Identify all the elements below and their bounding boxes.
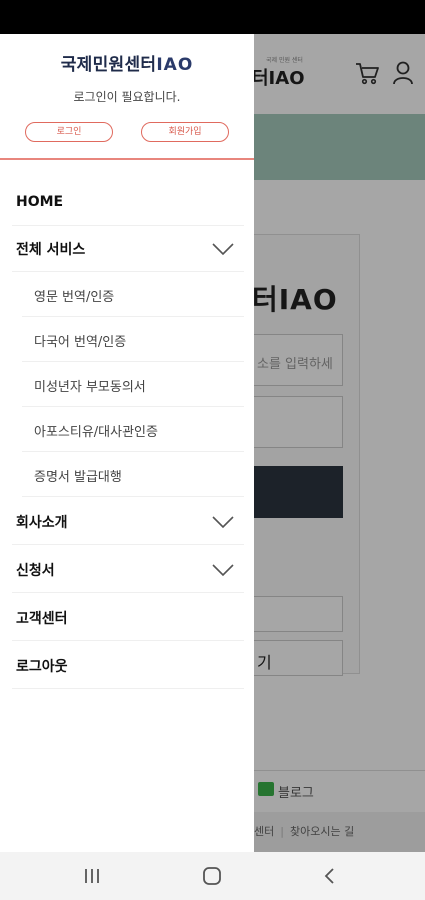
menu-item-label: 로그아웃 xyxy=(16,659,68,675)
chevron-down-icon xyxy=(212,564,234,577)
system-navigation-bar xyxy=(0,852,425,900)
menu-item-home[interactable]: HOME xyxy=(12,182,244,226)
menu-item-label: 신청서 xyxy=(16,563,55,579)
navigation-drawer: 국제민원센터IAO 로그인이 필요합니다. 로그인 회원가입 HOME 전체 서… xyxy=(0,34,254,852)
submenu-item-label: 아포스티유/대사관인증 xyxy=(34,425,158,440)
status-bar xyxy=(0,0,425,34)
back-icon[interactable] xyxy=(323,867,337,885)
home-icon[interactable] xyxy=(202,866,222,886)
brand-korean: 국제민원센터 xyxy=(60,55,157,75)
login-required-message: 로그인이 필요합니다. xyxy=(73,90,181,104)
menu-item-logout[interactable]: 로그아웃 xyxy=(12,641,244,689)
menu-item-label: 고객센터 xyxy=(16,611,68,627)
chevron-down-icon xyxy=(212,243,234,256)
menu-item-company[interactable]: 회사소개 xyxy=(12,497,244,545)
submenu-item-label: 영문 번역/인증 xyxy=(34,290,115,305)
submenu-item-multilang[interactable]: 다국어 번역/인증 xyxy=(22,317,244,362)
submenu-item-label: 증명서 발급대행 xyxy=(34,470,122,485)
submenu-item-certificate[interactable]: 증명서 발급대행 xyxy=(22,452,244,497)
recent-apps-icon[interactable] xyxy=(82,868,102,884)
menu-item-support[interactable]: 고객센터 xyxy=(12,593,244,641)
login-button[interactable]: 로그인 xyxy=(25,122,113,142)
menu-item-label: 회사소개 xyxy=(16,515,68,531)
brand-latin: IAO xyxy=(156,55,194,75)
brand-logo: 국제민원센터IAO xyxy=(0,50,254,75)
drawer-header: 국제민원센터IAO 로그인이 필요합니다. 로그인 회원가입 xyxy=(0,34,254,160)
submenu-item-label: 다국어 번역/인증 xyxy=(34,335,127,350)
menu-item-all-services[interactable]: 전체 서비스 xyxy=(12,226,244,272)
chevron-down-icon xyxy=(212,516,234,529)
submenu-item-english[interactable]: 영문 번역/인증 xyxy=(22,272,244,317)
signup-button[interactable]: 회원가입 xyxy=(141,122,229,142)
submenu-item-minor-consent[interactable]: 미성년자 부모동의서 xyxy=(22,362,244,407)
submenu-item-label: 미성년자 부모동의서 xyxy=(34,380,146,395)
menu-item-label: 전체 서비스 xyxy=(16,242,86,258)
menu-item-label: HOME xyxy=(16,194,64,210)
submenu-item-apostille[interactable]: 아포스티유/대사관인증 xyxy=(22,407,244,452)
menu-item-application[interactable]: 신청서 xyxy=(12,545,244,593)
